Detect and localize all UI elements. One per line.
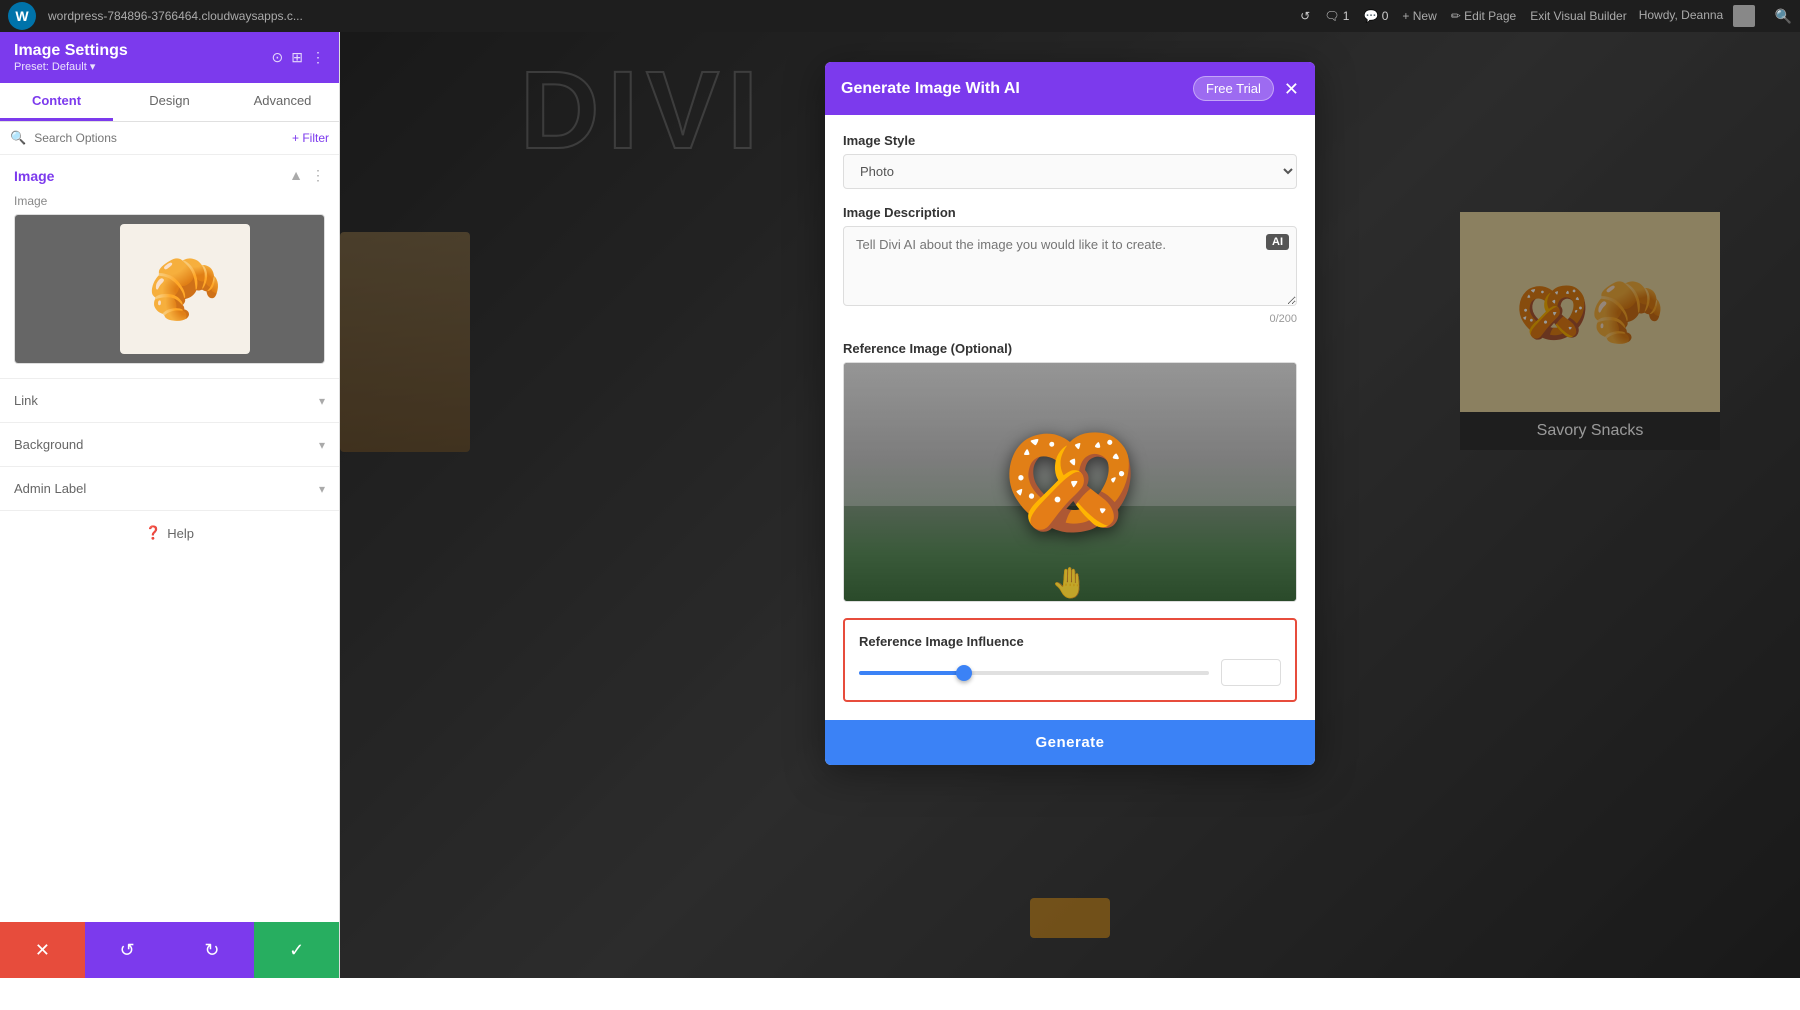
- generate-button[interactable]: Generate: [825, 720, 1315, 765]
- wp-logo[interactable]: W: [8, 2, 36, 30]
- new-button[interactable]: + New: [1402, 9, 1436, 23]
- background-section-title: Background: [14, 437, 83, 452]
- search-input[interactable]: [34, 131, 284, 145]
- ai-modal-body: Image Style Photo Illustration Painting …: [825, 115, 1315, 720]
- image-style-group: Image Style Photo Illustration Painting …: [843, 133, 1297, 189]
- textarea-wrapper: AI: [843, 226, 1297, 311]
- focus-icon[interactable]: ⊙: [272, 49, 284, 66]
- admin-label-chevron-icon: ▾: [319, 482, 325, 496]
- admin-url: wordpress-784896-3766464.cloudwaysapps.c…: [48, 9, 1288, 23]
- search-icon: 🔍: [10, 130, 26, 146]
- redo-button[interactable]: ↻: [170, 922, 255, 978]
- image-section-header[interactable]: Image ▲ ⋮: [0, 155, 339, 194]
- wp-admin-bar: W wordpress-784896-3766464.cloudwaysapps…: [0, 0, 1800, 32]
- sidebar-header: Image Settings Preset: Default ▾ ⊙ ⊞ ⋮: [0, 32, 339, 83]
- admin-icons: ↺ 🗨 1 💬 0 + New ✏ Edit Page Exit Visual …: [1300, 9, 1627, 23]
- collapse-icon[interactable]: ▲: [289, 167, 303, 184]
- left-sidebar: Image Settings Preset: Default ▾ ⊙ ⊞ ⋮ C…: [0, 32, 340, 978]
- percent-input[interactable]: 30%: [1221, 659, 1281, 686]
- reference-image-group: Reference Image (Optional): [843, 341, 1297, 602]
- char-count: 0/200: [843, 313, 1297, 325]
- ai-badge: AI: [1266, 234, 1289, 250]
- page-background: DIVI 🥨🥐 Savory Snacks Generate Image Wit…: [340, 32, 1800, 978]
- cancel-icon: ✕: [35, 940, 50, 961]
- help-icon: ❓: [145, 525, 161, 541]
- notifications-count[interactable]: 💬 0: [1363, 9, 1388, 23]
- image-preview-container[interactable]: 🥐: [14, 214, 325, 364]
- comments-count[interactable]: 🗨 1: [1324, 9, 1349, 23]
- close-icon: ✕: [1284, 79, 1299, 99]
- filter-button[interactable]: + Filter: [292, 131, 329, 145]
- sidebar-header-icons: ⊙ ⊞ ⋮: [272, 49, 325, 66]
- sidebar-bottom-bar: ✕ ↺ ↻ ✓: [0, 922, 339, 978]
- undo-button[interactable]: ↺: [85, 922, 170, 978]
- save-button[interactable]: ✓: [254, 922, 339, 978]
- help-label: Help: [167, 526, 194, 541]
- search-icon-wp[interactable]: 🔍: [1775, 8, 1792, 25]
- modal-overlay: Generate Image With AI Free Trial ✕ Imag…: [340, 32, 1800, 978]
- sidebar-content: Image ▲ ⋮ Image 🥐 Link ▾: [0, 155, 339, 978]
- admin-label-section-title: Admin Label: [14, 481, 86, 496]
- edit-page-button[interactable]: ✏ Edit Page: [1451, 9, 1516, 23]
- tab-design[interactable]: Design: [113, 83, 226, 121]
- background-chevron-icon: ▾: [319, 438, 325, 452]
- sidebar-tabs: Content Design Advanced: [0, 83, 339, 122]
- image-field-label: Image: [0, 194, 339, 214]
- undo-icon: ↺: [120, 940, 135, 961]
- link-chevron-icon: ▾: [319, 394, 325, 408]
- howdy-label: Howdy, Deanna: [1639, 5, 1755, 27]
- slider-wrapper: [859, 663, 1209, 683]
- reference-image-inner: 🥨 🤚: [844, 363, 1296, 601]
- admin-label-section[interactable]: Admin Label ▾: [0, 466, 339, 510]
- cancel-button[interactable]: ✕: [0, 922, 85, 978]
- sidebar-search-bar: 🔍 + Filter: [0, 122, 339, 155]
- background-section[interactable]: Background ▾: [0, 422, 339, 466]
- modal-close-button[interactable]: ✕: [1284, 80, 1299, 98]
- image-preview: 🥐: [15, 215, 324, 363]
- help-footer[interactable]: ❓ Help: [0, 510, 339, 555]
- link-section-title: Link: [14, 393, 38, 408]
- sidebar-title: Image Settings: [14, 42, 128, 60]
- free-trial-button[interactable]: Free Trial: [1193, 76, 1274, 101]
- image-style-label: Image Style: [843, 133, 1297, 148]
- sidebar-preset[interactable]: Preset: Default ▾: [14, 60, 128, 73]
- main-layout: Image Settings Preset: Default ▾ ⊙ ⊞ ⋮ C…: [0, 32, 1800, 978]
- ai-modal: Generate Image With AI Free Trial ✕ Imag…: [825, 62, 1315, 765]
- image-description-textarea[interactable]: [843, 226, 1297, 306]
- image-style-select[interactable]: Photo Illustration Painting Sketch 3D: [843, 154, 1297, 189]
- save-icon: ✓: [289, 940, 304, 961]
- grid-icon[interactable]: ⊞: [291, 49, 303, 66]
- reference-image-container[interactable]: 🥨 🤚: [843, 362, 1297, 602]
- image-description-label: Image Description: [843, 205, 1297, 220]
- tab-advanced[interactable]: Advanced: [226, 83, 339, 121]
- exit-vb-button[interactable]: Exit Visual Builder: [1530, 9, 1627, 23]
- influence-section: Reference Image Influence: [843, 618, 1297, 702]
- ai-modal-header: Generate Image With AI Free Trial ✕: [825, 62, 1315, 115]
- image-description-group: Image Description AI 0/200: [843, 205, 1297, 325]
- more-options-icon[interactable]: ⋮: [311, 49, 325, 66]
- cache-icon[interactable]: ↺: [1300, 9, 1310, 23]
- reference-image-label: Reference Image (Optional): [843, 341, 1297, 356]
- image-section-title: Image: [14, 168, 54, 184]
- redo-icon: ↻: [204, 940, 219, 961]
- tab-content[interactable]: Content: [0, 83, 113, 121]
- link-section[interactable]: Link ▾: [0, 378, 339, 422]
- section-options-icon[interactable]: ⋮: [311, 167, 325, 184]
- slider-row: 30%: [859, 659, 1281, 686]
- influence-label: Reference Image Influence: [859, 634, 1281, 649]
- modal-title: Generate Image With AI: [841, 80, 1020, 98]
